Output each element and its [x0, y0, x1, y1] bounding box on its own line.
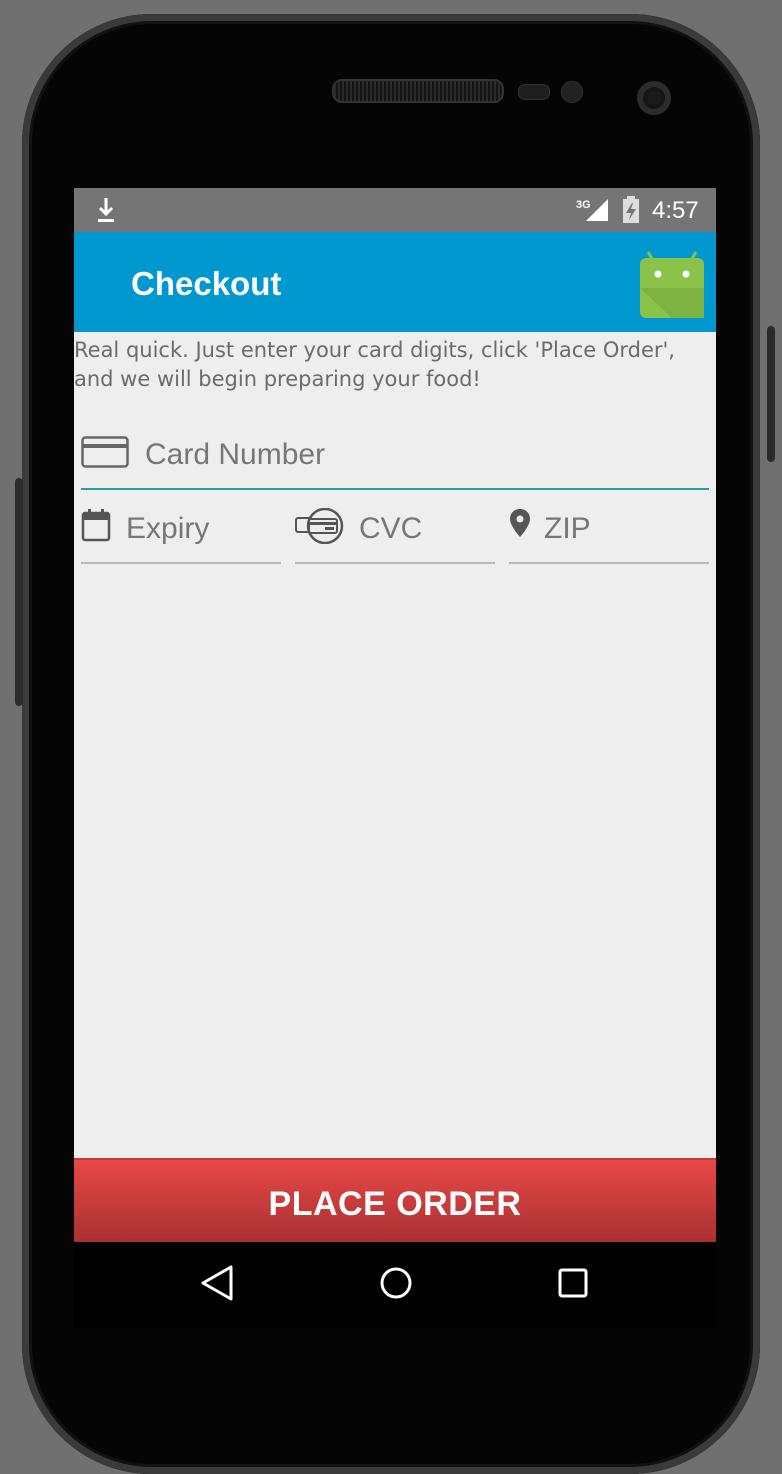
screen: 3G 4:57 Checkout Real quick. Just enter … — [74, 188, 716, 1328]
navigation-bar — [74, 1242, 716, 1328]
card-number-underline — [81, 488, 709, 490]
expiry-field[interactable]: Expiry — [81, 500, 281, 564]
intro-text: Real quick. Just enter your card digits,… — [74, 338, 675, 391]
status-time: 4:57 — [652, 197, 699, 224]
card-cvc-icon — [295, 508, 344, 544]
volume-button — [15, 478, 23, 706]
battery-charging-icon — [623, 196, 639, 223]
home-icon[interactable] — [378, 1264, 414, 1302]
calendar-icon — [81, 509, 111, 542]
back-icon[interactable] — [200, 1264, 234, 1302]
page-title: Checkout — [131, 265, 282, 302]
expiry-placeholder: Expiry — [126, 512, 210, 545]
place-order-button[interactable]: PLACE ORDER — [74, 1158, 716, 1244]
earpiece-speaker — [332, 79, 504, 103]
download-icon — [98, 198, 114, 222]
power-button — [767, 326, 775, 462]
app-bar: Checkout — [74, 232, 716, 332]
android-logo — [640, 251, 704, 318]
signal-icon: 3G — [576, 199, 608, 221]
cvc-underline — [295, 562, 495, 564]
zip-underline — [509, 562, 709, 564]
location-pin-icon — [510, 509, 530, 537]
zip-placeholder: ZIP — [544, 512, 591, 545]
cvc-field[interactable]: CVC — [295, 500, 495, 564]
card-number-placeholder: Card Number — [145, 438, 326, 471]
proximity-sensor — [518, 84, 550, 100]
recents-icon[interactable] — [556, 1264, 590, 1302]
zip-field[interactable]: ZIP — [509, 500, 709, 564]
card-number-field[interactable]: Card Number — [81, 426, 709, 490]
credit-card-icon — [81, 436, 129, 468]
light-sensor — [561, 81, 583, 103]
status-bar: 3G 4:57 — [74, 188, 716, 232]
network-type: 3G — [576, 199, 591, 211]
expiry-underline — [81, 562, 281, 564]
front-camera — [637, 81, 671, 115]
cvc-placeholder: CVC — [359, 512, 423, 545]
